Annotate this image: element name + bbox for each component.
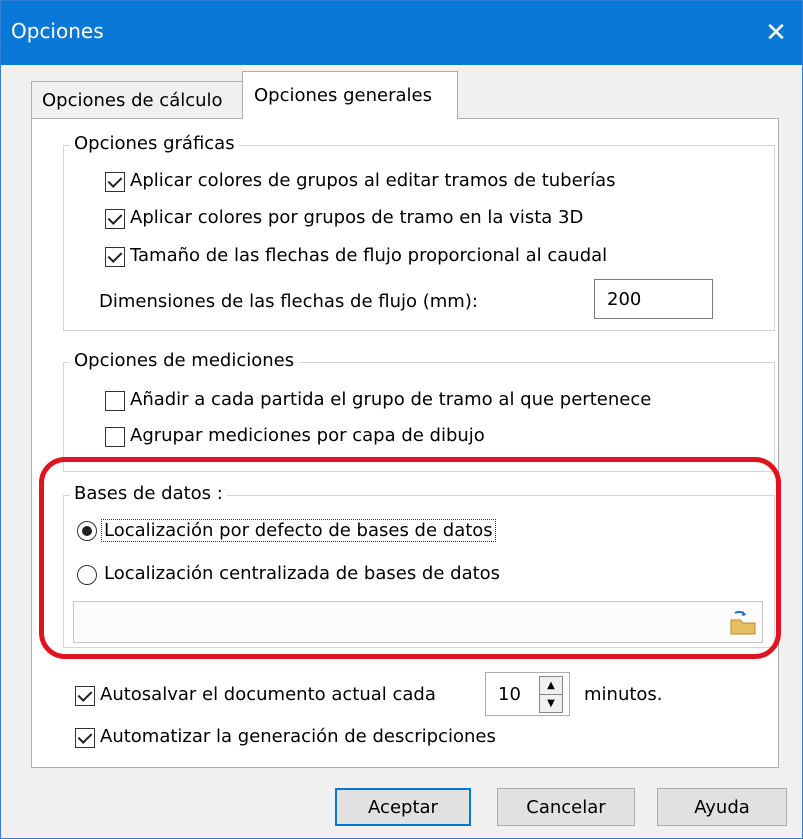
autosalvar-label: Autosalvar el documento actual cada [100, 684, 436, 705]
autosalvar-value: 10 [498, 684, 521, 705]
radio-localizacion-centralizada[interactable] [77, 565, 97, 585]
dim-flechas-input[interactable]: 200 [594, 279, 713, 319]
options-dialog: Opciones ✕ Opciones de cálculo Opciones … [0, 0, 803, 839]
radio-label: Localización centralizada de bases de da… [104, 563, 501, 584]
close-icon: ✕ [765, 18, 787, 48]
group-opciones-mediciones: Opciones de mediciones [63, 350, 775, 472]
automatizar-label: Automatizar la generación de descripcion… [100, 726, 496, 747]
checkbox-autosalvar[interactable] [75, 686, 95, 706]
group-legend: Opciones de mediciones [70, 350, 299, 371]
dim-flechas-label: Dimensiones de las flechas de flujo (mm)… [99, 291, 478, 312]
autosalvar-unit: minutos. [584, 684, 663, 705]
radio-label: Localización por defecto de bases de dat… [101, 519, 496, 542]
title-bar: Opciones ✕ [1, 1, 802, 65]
checkbox-tamano-flechas[interactable] [105, 247, 125, 267]
tab-panel-opciones-generales: Opciones gráficas Aplicar colores de gru… [31, 118, 779, 768]
checkbox-aplicar-colores-grupos[interactable] [105, 172, 125, 192]
ok-button[interactable]: Aceptar [335, 788, 471, 826]
help-button[interactable]: Ayuda [657, 788, 787, 826]
checkbox-label: Agrupar mediciones por capa de dibujo [130, 425, 485, 446]
checkbox-label: Aplicar colores por grupos de tramo en l… [130, 207, 584, 228]
tab-opciones-calculo[interactable]: Opciones de cálculo [31, 81, 244, 119]
spin-down-icon[interactable]: ▼ [539, 694, 563, 713]
checkbox-label: Aplicar colores de grupos al editar tram… [130, 170, 616, 191]
folder-browse-icon[interactable] [728, 608, 758, 638]
checkbox-automatizar-descripciones[interactable] [75, 728, 95, 748]
bases-path-input[interactable] [73, 601, 763, 643]
tab-label: Opciones de cálculo [42, 90, 223, 111]
autosalvar-spinner[interactable]: 10 ▲ ▼ [485, 672, 570, 716]
tab-label: Opciones generales [254, 85, 432, 106]
checkbox-label: Tamaño de las flechas de flujo proporcio… [130, 245, 608, 266]
dim-flechas-value: 200 [607, 289, 642, 310]
close-button[interactable]: ✕ [754, 11, 798, 55]
checkbox-anadir-grupo-tramo[interactable] [105, 391, 125, 411]
radio-localizacion-defecto[interactable] [77, 521, 97, 541]
checkbox-colores-vista-3d[interactable] [105, 209, 125, 229]
group-legend: Bases de datos : [70, 483, 227, 504]
checkbox-label: Añadir a cada partida el grupo de tramo … [130, 389, 652, 410]
cancel-button[interactable]: Cancelar [497, 788, 635, 826]
group-legend: Opciones gráficas [70, 133, 239, 154]
window-title: Opciones [11, 19, 104, 43]
tab-opciones-generales[interactable]: Opciones generales [242, 71, 458, 119]
checkbox-agrupar-mediciones[interactable] [105, 427, 125, 447]
spin-up-icon[interactable]: ▲ [539, 676, 563, 695]
